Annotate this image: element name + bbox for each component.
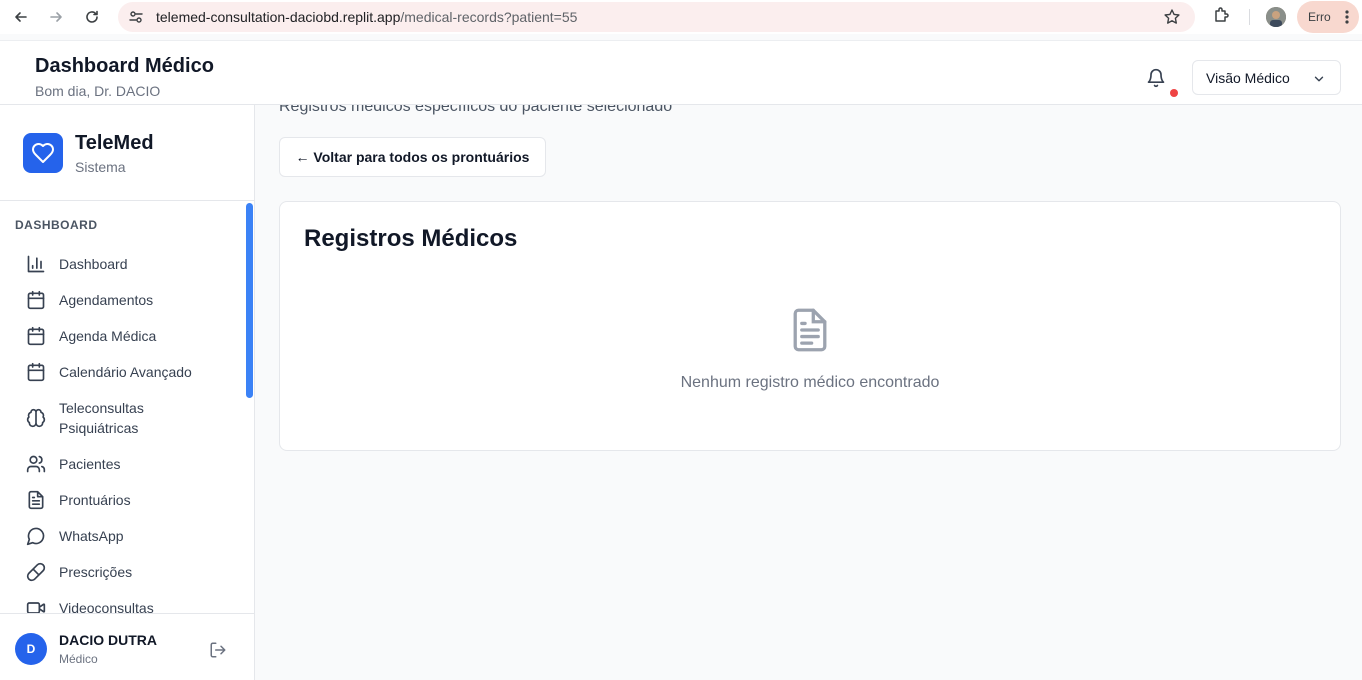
view-mode-value: Visão Médico <box>1206 69 1290 86</box>
file-text-icon <box>26 490 46 510</box>
url-path: /medical-records?patient=55 <box>400 9 578 25</box>
sidebar-item-label: Prontuários <box>59 492 131 508</box>
sidebar-item-calendario-avancado[interactable]: Calendário Avançado <box>26 362 236 382</box>
sidebar-item-agenda-medica[interactable]: Agenda Médica <box>26 326 236 346</box>
medical-records-card: Registros Médicos Nenhum registro médico… <box>279 201 1341 451</box>
sidebar-item-videoconsultas[interactable]: Videoconsultas <box>26 598 236 613</box>
bookmark-star-icon[interactable] <box>1163 8 1181 26</box>
profile-error-button[interactable]: Erro <box>1297 1 1359 33</box>
sidebar-item-teleconsultas-psiquiatricas[interactable]: Teleconsultas Psiquiátricas <box>26 398 236 438</box>
sidebar-nav[interactable]: DASHBOARD Dashboard Agendamentos Agenda Mé… <box>0 202 254 613</box>
page-description: Registros médicos específicos do pacient… <box>279 105 673 115</box>
sidebar: TeleMed Sistema DASHBOARD Dashboard Agend… <box>0 105 255 680</box>
extensions-puzzle-icon[interactable] <box>1212 5 1232 25</box>
back-to-records-button[interactable]: ← Voltar para todos os prontuários <box>279 137 546 177</box>
user-name: DACIO DUTRA <box>59 632 157 648</box>
sidebar-scrollbar[interactable] <box>246 203 253 398</box>
sidebar-item-label: WhatsApp <box>59 528 124 544</box>
site-settings-icon[interactable] <box>128 9 144 25</box>
view-mode-select[interactable]: Visão Médico <box>1192 60 1341 95</box>
sidebar-item-label: Dashboard <box>59 256 128 272</box>
sidebar-item-prescricoes[interactable]: Prescrições <box>26 562 236 582</box>
sidebar-item-label: Pacientes <box>59 456 121 472</box>
brand-subtitle: Sistema <box>75 159 126 175</box>
user-role: Médico <box>59 652 98 666</box>
calendar-icon <box>26 362 46 382</box>
forward-arrow-icon[interactable] <box>44 5 68 29</box>
browser-profile-avatar[interactable] <box>1266 7 1286 27</box>
address-bar[interactable]: telemed-consultation-daciobd.replit.app/… <box>118 2 1195 32</box>
brain-icon <box>26 408 46 428</box>
browser-toolbar: telemed-consultation-daciobd.replit.app/… <box>0 0 1362 34</box>
sidebar-item-pacientes[interactable]: Pacientes <box>26 454 236 474</box>
page-title: Dashboard Médico <box>35 55 214 77</box>
sidebar-item-dashboard[interactable]: Dashboard <box>26 254 236 274</box>
app-header: Dashboard Médico Bom dia, Dr. DACIO Visã… <box>0 40 1362 105</box>
back-arrow-icon[interactable] <box>9 5 33 29</box>
card-title: Registros Médicos <box>304 225 518 252</box>
sidebar-item-label: Prescrições <box>59 564 133 580</box>
sidebar-item-prontuarios[interactable]: Prontuários <box>26 490 236 510</box>
brand: TeleMed Sistema <box>0 105 254 201</box>
toolbar-separator <box>1249 9 1250 25</box>
sidebar-item-label: Agendamentos <box>59 292 154 308</box>
nav-section-title: DASHBOARD <box>15 218 98 232</box>
file-text-icon <box>790 307 830 353</box>
empty-state-message: Nenhum registro médico encontrado <box>680 374 940 391</box>
message-circle-icon <box>26 526 46 546</box>
sidebar-item-label: Agenda Médica <box>59 328 157 344</box>
url-host: telemed-consultation-daciobd.replit.app <box>156 9 401 25</box>
bar-chart-icon <box>26 254 46 274</box>
calendar-icon <box>26 290 46 310</box>
sidebar-item-whatsapp[interactable]: WhatsApp <box>26 526 236 546</box>
calendar-icon <box>26 326 46 346</box>
sidebar-item-label: Calendário Avançado <box>59 364 192 380</box>
sidebar-item-label: Teleconsultas Psiquiátricas <box>59 400 144 436</box>
url-text: telemed-consultation-daciobd.replit.app/… <box>156 9 577 25</box>
greeting-text: Bom dia, Dr. DACIO <box>35 83 161 99</box>
heart-icon <box>23 133 63 173</box>
bell-icon[interactable] <box>1146 68 1166 88</box>
logout-icon[interactable] <box>209 641 227 659</box>
chevron-down-icon <box>1312 72 1326 86</box>
user-profile: D DACIO DUTRA Médico <box>0 613 254 680</box>
pill-icon <box>26 562 46 582</box>
profile-error-label: Erro <box>1308 10 1331 24</box>
sidebar-item-label: Videoconsultas <box>59 600 154 613</box>
notification-dot <box>1170 89 1178 97</box>
sidebar-item-agendamentos[interactable]: Agendamentos <box>26 290 236 310</box>
users-icon <box>26 454 46 474</box>
main-content: Registros médicos específicos do pacient… <box>255 105 1362 680</box>
brand-name: TeleMed <box>75 132 154 154</box>
reload-icon[interactable] <box>80 5 104 29</box>
avatar: D <box>15 633 47 665</box>
video-icon <box>26 598 46 613</box>
more-vertical-icon[interactable] <box>1345 9 1349 25</box>
